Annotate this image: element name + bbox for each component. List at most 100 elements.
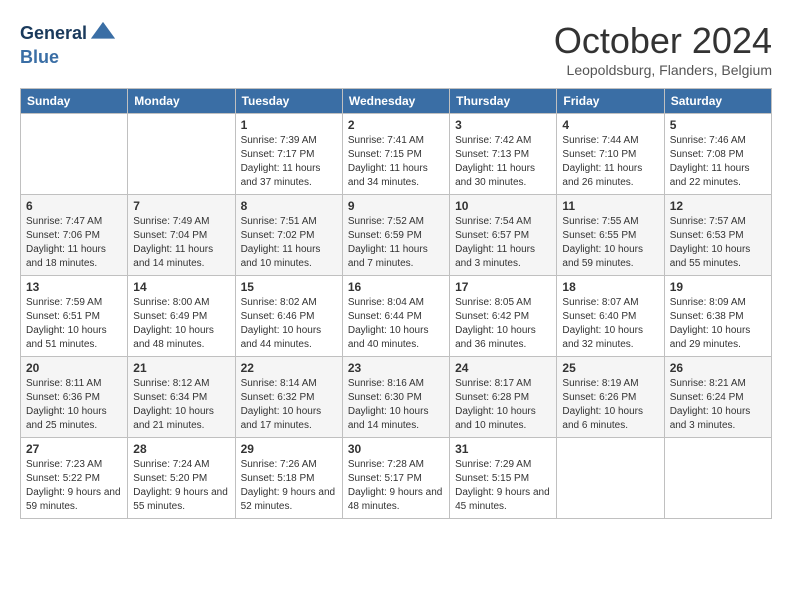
day-number: 3 [455,118,551,132]
day-number: 23 [348,361,444,375]
week-row-3: 13 Sunrise: 7:59 AM Sunset: 6:51 PM Dayli… [21,276,772,357]
day-info: Sunrise: 7:49 AM Sunset: 7:04 PM Dayligh… [133,215,229,271]
day-number: 20 [26,361,122,375]
day-info: Sunrise: 7:29 AM Sunset: 5:15 PM Dayligh… [455,458,551,514]
calendar-cell: 19Sunrise: 8:09 AM Sunset: 6:38 PM Dayli… [664,276,771,357]
day-info: Sunrise: 7:41 AM Sunset: 7:15 PM Dayligh… [348,134,444,190]
calendar-cell: 20 Sunrise: 8:11 AM Sunset: 6:36 PM Dayli… [21,357,128,438]
calendar-cell: 23 Sunrise: 8:16 AM Sunset: 6:30 PM Dayli… [342,357,449,438]
logo-blue: Blue [20,48,117,68]
calendar-cell: 5 Sunrise: 7:46 AM Sunset: 7:08 PM Daylig… [664,114,771,195]
calendar-cell: 30 Sunrise: 7:28 AM Sunset: 5:17 PM Dayli… [342,438,449,519]
week-row-4: 20 Sunrise: 8:11 AM Sunset: 6:36 PM Dayli… [21,357,772,438]
day-number: 19 [670,280,766,294]
day-number: 18 [562,280,658,294]
column-header-monday: Monday [128,89,235,114]
day-info: Sunrise: 7:51 AM Sunset: 7:02 PM Dayligh… [241,215,337,271]
calendar-cell: 2 Sunrise: 7:41 AM Sunset: 7:15 PM Daylig… [342,114,449,195]
calendar: SundayMondayTuesdayWednesdayThursdayFrid… [20,88,772,519]
logo: General Blue [20,20,117,68]
day-number: 11 [562,199,658,213]
day-number: 30 [348,442,444,456]
day-info: Sunrise: 8:11 AM Sunset: 6:36 PM Dayligh… [26,377,122,433]
day-number: 29 [241,442,337,456]
day-number: 1 [241,118,337,132]
calendar-cell: 6 Sunrise: 7:47 AM Sunset: 7:06 PM Daylig… [21,195,128,276]
day-number: 24 [455,361,551,375]
month-title: October 2024 [554,20,772,62]
page-header: General Blue October 2024 Leopoldsburg, … [20,20,772,78]
day-info: Sunrise: 7:44 AM Sunset: 7:10 PM Dayligh… [562,134,658,190]
calendar-cell: 31 Sunrise: 7:29 AM Sunset: 5:15 PM Dayli… [450,438,557,519]
day-number: 22 [241,361,337,375]
day-number: 9 [348,199,444,213]
column-header-friday: Friday [557,89,664,114]
day-number: 12 [670,199,766,213]
day-info: Sunrise: 8:17 AM Sunset: 6:28 PM Dayligh… [455,377,551,433]
day-number: 2 [348,118,444,132]
day-info: Sunrise: 8:00 AM Sunset: 6:49 PM Dayligh… [133,296,229,352]
day-info: Sunrise: 8:21 AM Sunset: 6:24 PM Dayligh… [670,377,766,433]
day-info: Sunrise: 7:46 AM Sunset: 7:08 PM Dayligh… [670,134,766,190]
day-number: 13 [26,280,122,294]
day-info: Sunrise: 8:16 AM Sunset: 6:30 PM Dayligh… [348,377,444,433]
calendar-cell: 9 Sunrise: 7:52 AM Sunset: 6:59 PM Daylig… [342,195,449,276]
calendar-cell: 25 Sunrise: 8:19 AM Sunset: 6:26 PM Dayli… [557,357,664,438]
calendar-cell: 17 Sunrise: 8:05 AM Sunset: 6:42 PM Dayli… [450,276,557,357]
title-section: October 2024 Leopoldsburg, Flanders, Bel… [554,20,772,78]
day-number: 6 [26,199,122,213]
day-number: 5 [670,118,766,132]
day-info: Sunrise: 8:07 AM Sunset: 6:40 PM Dayligh… [562,296,658,352]
location: Leopoldsburg, Flanders, Belgium [554,62,772,78]
logo-text: General [20,20,117,48]
column-header-wednesday: Wednesday [342,89,449,114]
day-info: Sunrise: 7:24 AM Sunset: 5:20 PM Dayligh… [133,458,229,514]
day-info: Sunrise: 7:57 AM Sunset: 6:53 PM Dayligh… [670,215,766,271]
calendar-cell: 12 Sunrise: 7:57 AM Sunset: 6:53 PM Dayli… [664,195,771,276]
day-number: 28 [133,442,229,456]
calendar-cell: 22Sunrise: 8:14 AM Sunset: 6:32 PM Dayli… [235,357,342,438]
day-info: Sunrise: 8:02 AM Sunset: 6:46 PM Dayligh… [241,296,337,352]
day-info: Sunrise: 7:59 AM Sunset: 6:51 PM Dayligh… [26,296,122,352]
day-info: Sunrise: 7:47 AM Sunset: 7:06 PM Dayligh… [26,215,122,271]
day-number: 8 [241,199,337,213]
day-info: Sunrise: 8:04 AM Sunset: 6:44 PM Dayligh… [348,296,444,352]
calendar-cell: 18 Sunrise: 8:07 AM Sunset: 6:40 PM Dayli… [557,276,664,357]
day-number: 31 [455,442,551,456]
calendar-cell: 21Sunrise: 8:12 AM Sunset: 6:34 PM Dayli… [128,357,235,438]
day-info: Sunrise: 8:05 AM Sunset: 6:42 PM Dayligh… [455,296,551,352]
day-number: 25 [562,361,658,375]
day-number: 26 [670,361,766,375]
calendar-cell: 7 Sunrise: 7:49 AM Sunset: 7:04 PM Daylig… [128,195,235,276]
day-info: Sunrise: 7:42 AM Sunset: 7:13 PM Dayligh… [455,134,551,190]
day-info: Sunrise: 7:39 AM Sunset: 7:17 PM Dayligh… [241,134,337,190]
day-info: Sunrise: 7:28 AM Sunset: 5:17 PM Dayligh… [348,458,444,514]
column-header-tuesday: Tuesday [235,89,342,114]
day-number: 27 [26,442,122,456]
day-info: Sunrise: 8:19 AM Sunset: 6:26 PM Dayligh… [562,377,658,433]
calendar-cell: 11Sunrise: 7:55 AM Sunset: 6:55 PM Dayli… [557,195,664,276]
day-number: 7 [133,199,229,213]
calendar-cell: 1 Sunrise: 7:39 AM Sunset: 7:17 PM Daylig… [235,114,342,195]
calendar-cell: 13 Sunrise: 7:59 AM Sunset: 6:51 PM Dayli… [21,276,128,357]
calendar-cell [128,114,235,195]
calendar-cell: 14Sunrise: 8:00 AM Sunset: 6:49 PM Dayli… [128,276,235,357]
calendar-cell: 4 Sunrise: 7:44 AM Sunset: 7:10 PM Daylig… [557,114,664,195]
day-info: Sunrise: 8:12 AM Sunset: 6:34 PM Dayligh… [133,377,229,433]
calendar-cell: 10Sunrise: 7:54 AM Sunset: 6:57 PM Dayli… [450,195,557,276]
calendar-cell: 29 Sunrise: 7:26 AM Sunset: 5:18 PM Dayli… [235,438,342,519]
day-info: Sunrise: 7:52 AM Sunset: 6:59 PM Dayligh… [348,215,444,271]
calendar-cell: 27 Sunrise: 7:23 AM Sunset: 5:22 PM Dayli… [21,438,128,519]
day-info: Sunrise: 7:54 AM Sunset: 6:57 PM Dayligh… [455,215,551,271]
calendar-cell [664,438,771,519]
calendar-cell: 24 Sunrise: 8:17 AM Sunset: 6:28 PM Dayli… [450,357,557,438]
day-number: 4 [562,118,658,132]
logo-icon [89,20,117,48]
week-row-5: 27 Sunrise: 7:23 AM Sunset: 5:22 PM Dayli… [21,438,772,519]
day-info: Sunrise: 7:26 AM Sunset: 5:18 PM Dayligh… [241,458,337,514]
calendar-cell: 3 Sunrise: 7:42 AM Sunset: 7:13 PM Daylig… [450,114,557,195]
day-number: 16 [348,280,444,294]
calendar-cell [21,114,128,195]
day-info: Sunrise: 7:23 AM Sunset: 5:22 PM Dayligh… [26,458,122,514]
day-number: 17 [455,280,551,294]
